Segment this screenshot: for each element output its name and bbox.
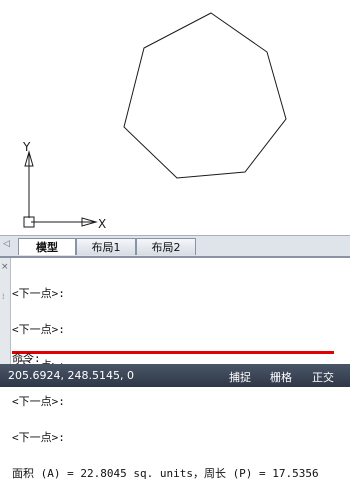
command-window-handle[interactable]: × ⁞	[0, 258, 11, 364]
axis-x-label: X	[98, 217, 106, 231]
history-line: <下一点>:	[12, 287, 65, 300]
grid-toggle[interactable]: 栅格	[270, 369, 292, 385]
area-result-line: 面积 (A) = 22.8045 sq. units，周长 (P) = 17.5…	[12, 467, 319, 480]
history-line: <下一点>:	[12, 431, 65, 444]
close-icon[interactable]: ×	[1, 262, 9, 272]
history-line: <下一点>:	[12, 323, 65, 336]
tab-scroll-left-icon[interactable]: ◁	[3, 239, 10, 249]
tab-layout2[interactable]: 布局2	[136, 238, 196, 255]
command-window[interactable]: × ⁞ <下一点>: <下一点>: <下一点>: <下一点>: <下一点>: 面…	[0, 257, 350, 480]
axis-y-label: Y	[22, 140, 31, 154]
heptagon-shape[interactable]	[123, 12, 287, 179]
status-bar: 205.6924, 248.5145, 0 捕捉 栅格 正交	[0, 364, 350, 387]
tab-model[interactable]: 模型	[18, 238, 76, 255]
snap-toggle[interactable]: 捕捉	[229, 369, 251, 385]
drawing-canvas[interactable]: Y X	[0, 0, 350, 235]
history-line: <下一点>:	[12, 395, 65, 408]
layout-tab-bar: ◁ 模型 布局1 布局2	[0, 235, 350, 257]
tab-layout1[interactable]: 布局1	[76, 238, 136, 255]
grip-icon[interactable]: ⁞	[2, 292, 5, 301]
coordinate-readout: 205.6924, 248.5145, 0	[8, 369, 134, 382]
ucs-icon	[23, 150, 98, 228]
ortho-toggle[interactable]: 正交	[312, 369, 334, 385]
drawing-area[interactable]: Y X	[0, 0, 350, 235]
result-underline	[12, 351, 334, 354]
